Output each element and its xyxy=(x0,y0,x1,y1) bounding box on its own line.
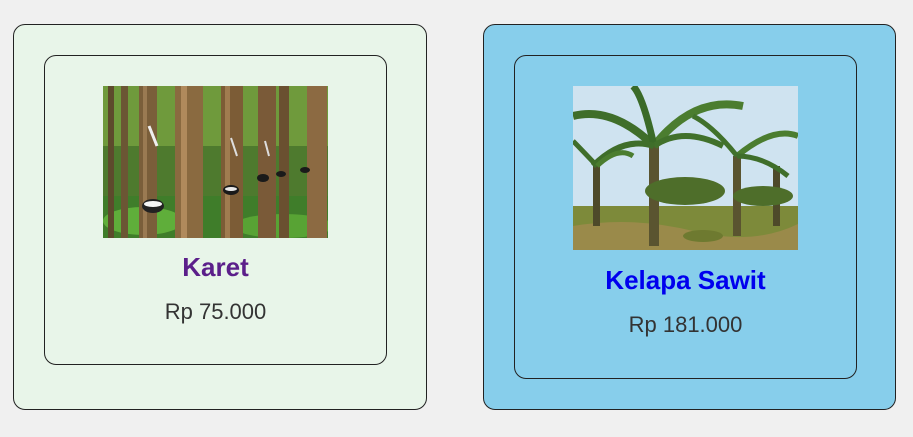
product-price: Rp 75.000 xyxy=(164,299,267,324)
product-price: Rp 181.000 xyxy=(628,312,743,337)
product-title: Kelapa Sawit xyxy=(605,265,766,295)
product-title: Karet xyxy=(182,252,249,282)
rubber-plantation-photo xyxy=(103,86,328,238)
product-card-inner: Karet Rp 75.000 xyxy=(44,55,387,365)
product-card-kelapa-sawit: Kelapa Sawit Rp 181.000 xyxy=(483,24,896,410)
oil-palm-plantation-photo xyxy=(573,86,798,250)
product-card-karet: Karet Rp 75.000 xyxy=(13,24,427,410)
product-card-inner: Kelapa Sawit Rp 181.000 xyxy=(514,55,857,379)
